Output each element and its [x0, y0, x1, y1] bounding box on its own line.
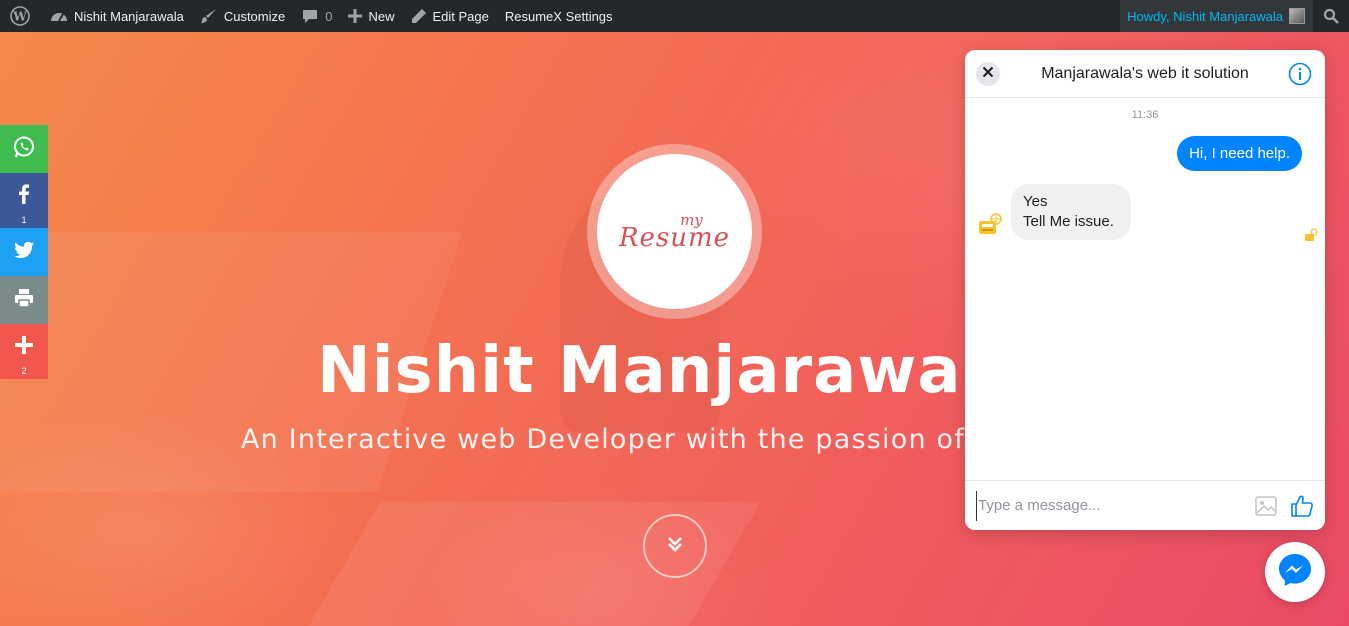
image-icon[interactable]	[1253, 493, 1279, 519]
bot-avatar-icon	[977, 212, 1003, 238]
incoming-message-line: Yes	[1023, 193, 1048, 210]
edit-page-label: Edit Page	[432, 8, 489, 24]
chat-composer	[965, 480, 1325, 530]
share-whatsapp-button[interactable]	[0, 125, 48, 173]
resumex-settings-label: ResumeX Settings	[504, 8, 613, 24]
print-icon	[13, 287, 35, 314]
site-name-label: Nishit Manjarawala	[74, 8, 184, 24]
admin-bar-right: Howdy, Nishit Manjarawala	[1120, 0, 1349, 32]
facebook-share-count: 1	[21, 215, 27, 225]
message-input[interactable]	[976, 490, 1253, 521]
dashboard-icon	[50, 8, 68, 24]
messenger-icon	[1275, 550, 1315, 595]
edit-page-link[interactable]: Edit Page	[403, 0, 497, 32]
info-icon	[1288, 62, 1312, 90]
logo-ring: my Resume	[587, 144, 762, 319]
plus-icon	[348, 9, 363, 23]
thumbs-up-icon[interactable]	[1289, 493, 1315, 519]
hero-name: Nishit Manjarawal	[317, 334, 985, 408]
admin-bar: W Nishit Manjarawala Customize 0 New Edi…	[0, 0, 1349, 32]
more-share-count: 2	[21, 366, 27, 376]
scroll-down-button[interactable]	[643, 514, 707, 578]
close-icon	[982, 65, 994, 83]
chat-close-button[interactable]	[976, 62, 1000, 86]
chat-info-button[interactable]	[1288, 62, 1312, 86]
comments-count: 0	[325, 8, 333, 24]
chat-header: Manjarawala's web it solution	[965, 50, 1325, 98]
print-button[interactable]	[0, 276, 48, 324]
read-receipt-icon	[1304, 228, 1318, 242]
customize-link[interactable]: Customize	[192, 0, 293, 32]
resumex-settings-link[interactable]: ResumeX Settings	[497, 0, 621, 32]
comment-icon	[301, 7, 319, 25]
resume-logo: my Resume	[597, 154, 752, 309]
site-name-link[interactable]: Nishit Manjarawala	[42, 0, 192, 32]
svg-text:W: W	[12, 10, 27, 24]
wordpress-icon: W	[10, 6, 30, 26]
new-label: New	[368, 8, 395, 24]
incoming-message-line: Tell Me issue.	[1023, 213, 1114, 230]
share-bar: 1 2	[0, 125, 48, 379]
search-icon	[1323, 8, 1339, 24]
messenger-chat-panel: Manjarawala's web it solution 11:36 Hi, …	[965, 50, 1325, 530]
search-button[interactable]	[1313, 0, 1349, 32]
share-facebook-button[interactable]: 1	[0, 173, 48, 228]
chat-title: Manjarawala's web it solution	[1041, 64, 1249, 82]
new-content-link[interactable]: New	[340, 0, 402, 32]
my-account-link[interactable]: Howdy, Nishit Manjarawala	[1120, 0, 1313, 32]
incoming-message-group: Yes Tell Me issue.	[977, 184, 1131, 240]
logo-main-text: Resume	[618, 222, 731, 253]
twitter-icon	[12, 238, 36, 267]
avatar	[1289, 8, 1305, 24]
chevron-double-down-icon	[666, 535, 684, 558]
howdy-label: Howdy, Nishit Manjarawala	[1127, 8, 1283, 24]
comments-link[interactable]: 0	[293, 0, 340, 32]
share-more-button[interactable]: 2	[0, 324, 48, 379]
message-timestamp: 11:36	[1131, 109, 1159, 121]
wordpress-menu[interactable]: W	[0, 0, 42, 32]
incoming-message[interactable]: Yes Tell Me issue.	[1011, 184, 1131, 240]
hero-tagline: An Interactive web Developer with the pa…	[241, 424, 965, 455]
pencil-icon	[411, 8, 427, 24]
plus-icon	[15, 336, 33, 359]
customize-label: Customize	[223, 8, 286, 24]
whatsapp-icon	[12, 135, 36, 164]
outgoing-message[interactable]: Hi, I need help.	[1177, 136, 1302, 171]
share-twitter-button[interactable]	[0, 228, 48, 276]
brush-icon	[200, 7, 218, 25]
facebook-icon	[12, 182, 36, 211]
messenger-button[interactable]	[1265, 542, 1325, 602]
